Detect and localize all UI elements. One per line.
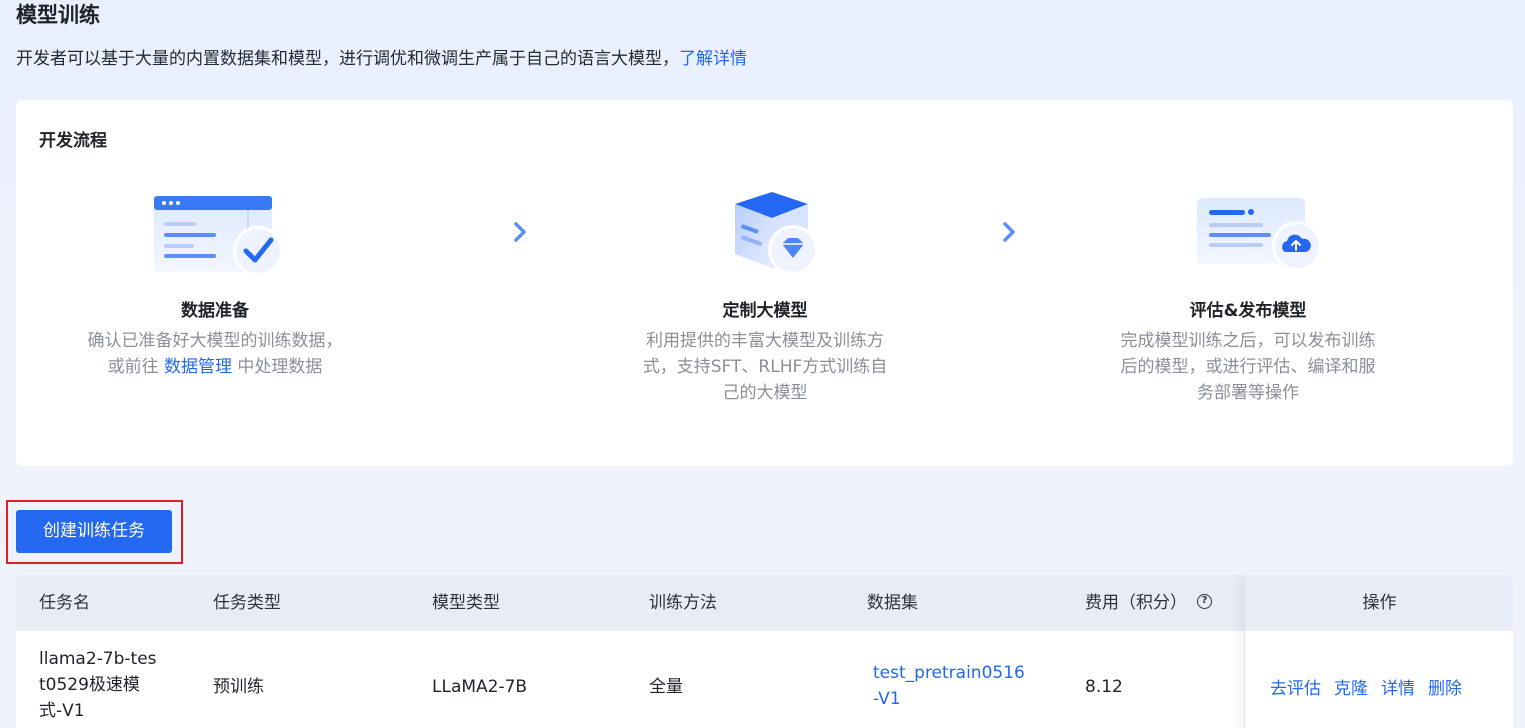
- task-name-cell: llama2-7b-tes t0529极速模 式-V1: [39, 646, 157, 724]
- dataset-link[interactable]: test_pretrain0516 -V1: [873, 660, 1025, 712]
- task-name-line: t0529极速模: [39, 675, 140, 695]
- step-desc-line: 式，支持SFT、RLHF方式训练自: [642, 357, 888, 377]
- learn-more-link[interactable]: 了解详情: [679, 49, 747, 69]
- data-management-link[interactable]: 数据管理: [164, 357, 232, 377]
- custom-model-illustration-icon: [690, 190, 840, 290]
- step-title: 定制大模型: [722, 301, 808, 321]
- column-header-task-type: 任务类型: [213, 593, 281, 613]
- step-desc-line: 确认已准备好大模型的训练数据，: [87, 331, 343, 351]
- page-title: 模型训练: [16, 3, 100, 27]
- step-desc-line: 后的模型，或进行评估、编译和服: [1120, 357, 1376, 377]
- dev-flow-title: 开发流程: [39, 131, 107, 151]
- row-actions: 去评估 克隆 详情 删除: [1270, 674, 1475, 699]
- dataset-link-line[interactable]: -V1: [873, 686, 1025, 712]
- task-name-line: llama2-7b-tes: [39, 649, 157, 669]
- chevron-right-icon: [1003, 222, 1015, 242]
- dev-flow-card: 开发流程 数据准备 确认已准备好大模型的训练数据， 或前往 数据管理 中处理数据…: [16, 100, 1513, 466]
- step-title: 数据准备: [181, 301, 249, 321]
- actions-column: 操作 去评估 克隆 详情 删除: [1244, 575, 1513, 728]
- step-description: 完成模型训练之后，可以发布训练 后的模型，或进行评估、编译和服 务部署等操作: [1098, 328, 1398, 406]
- delete-action-link[interactable]: 删除: [1428, 679, 1462, 699]
- training-method-cell: 全量: [649, 677, 683, 697]
- column-header-task-name: 任务名: [39, 593, 90, 613]
- training-task-table: 任务名 任务类型 模型类型 训练方法 数据集 费用（积分）? llama2-7b…: [16, 575, 1513, 728]
- column-header-cost: 费用（积分）?: [1085, 575, 1212, 631]
- flow-step-data-prep: 数据准备 确认已准备好大模型的训练数据， 或前往 数据管理 中处理数据: [65, 190, 365, 380]
- cost-cell: 8.12: [1085, 677, 1123, 697]
- step-title: 评估&发布模型: [1189, 301, 1307, 321]
- evaluate-action-link[interactable]: 去评估: [1270, 679, 1321, 699]
- task-type-cell: 预训练: [213, 677, 264, 697]
- step-description: 确认已准备好大模型的训练数据， 或前往 数据管理 中处理数据: [65, 328, 365, 380]
- step-desc-text: 或前往: [107, 357, 164, 377]
- column-header-model-type: 模型类型: [432, 593, 500, 613]
- cost-header-label: 费用（积分）: [1085, 593, 1187, 613]
- page-description: 开发者可以基于大量的内置数据集和模型，进行调优和微调生产属于自己的语言大模型，了…: [16, 46, 747, 72]
- step-desc-line: 或前往 数据管理 中处理数据: [65, 354, 365, 380]
- step-desc-line: 完成模型训练之后，可以发布训练: [1120, 331, 1376, 351]
- clone-action-link[interactable]: 克隆: [1334, 679, 1368, 699]
- help-icon[interactable]: ?: [1197, 593, 1212, 609]
- chevron-right-icon: [514, 222, 526, 242]
- page-description-text: 开发者可以基于大量的内置数据集和模型，进行调优和微调生产属于自己的语言大模型，: [16, 49, 679, 69]
- column-header-training-method: 训练方法: [649, 593, 717, 613]
- create-training-task-button[interactable]: 创建训练任务: [16, 510, 172, 553]
- flow-step-evaluate-publish: 评估&发布模型 完成模型训练之后，可以发布训练 后的模型，或进行评估、编译和服 …: [1098, 190, 1398, 406]
- step-desc-text: 中处理数据: [232, 357, 323, 377]
- step-description: 利用提供的丰富大模型及训练方 式，支持SFT、RLHF方式训练自 己的大模型: [615, 328, 915, 406]
- step-desc-line: 己的大模型: [722, 383, 808, 403]
- dataset-link-line[interactable]: test_pretrain0516: [873, 660, 1025, 686]
- details-action-link[interactable]: 详情: [1381, 679, 1415, 699]
- column-header-dataset: 数据集: [867, 593, 918, 613]
- step-desc-line: 务部署等操作: [1197, 383, 1299, 403]
- step-desc-line: 利用提供的丰富大模型及训练方: [646, 331, 884, 351]
- column-header-actions: 操作: [1245, 575, 1513, 631]
- model-type-cell: LLaMA2-7B: [432, 677, 528, 697]
- data-prep-illustration-icon: [140, 190, 290, 290]
- evaluate-publish-illustration-icon: [1173, 190, 1323, 290]
- task-name-line: 式-V1: [39, 701, 85, 721]
- flow-step-custom-model: 定制大模型 利用提供的丰富大模型及训练方 式，支持SFT、RLHF方式训练自 己…: [615, 190, 915, 406]
